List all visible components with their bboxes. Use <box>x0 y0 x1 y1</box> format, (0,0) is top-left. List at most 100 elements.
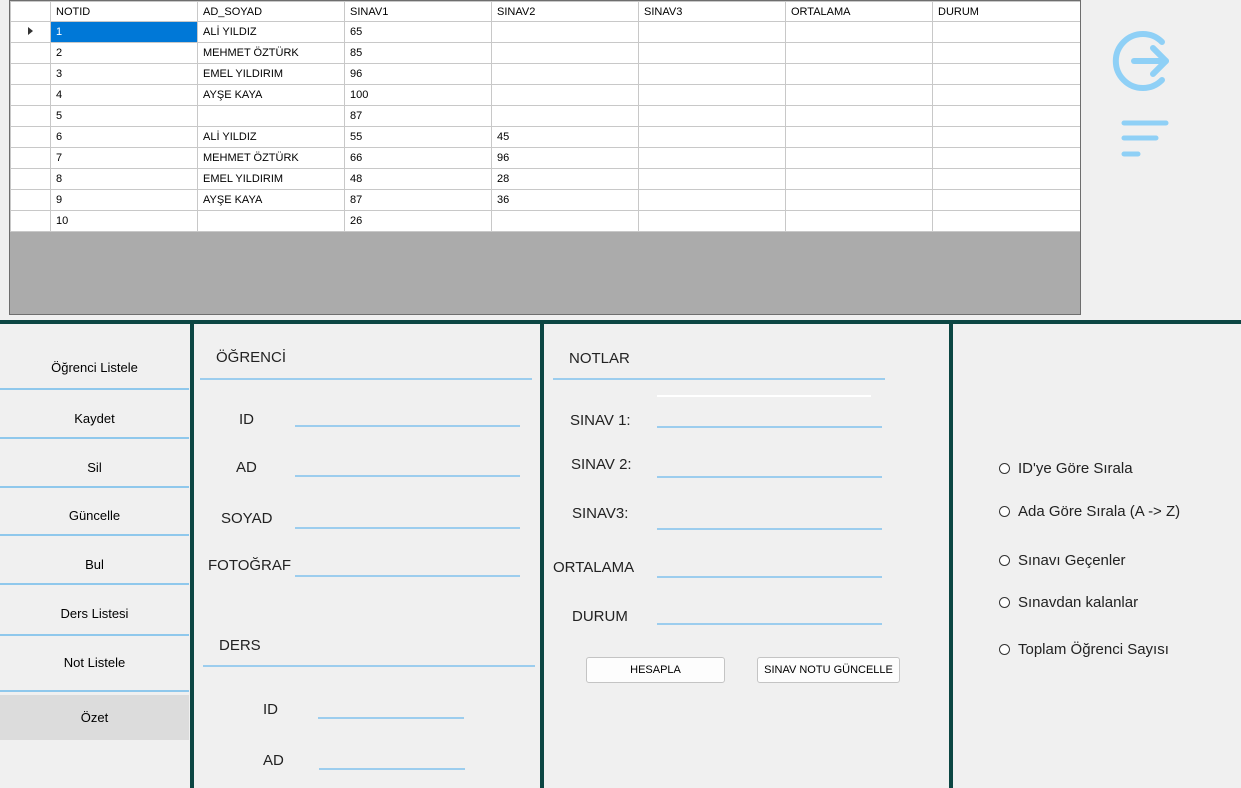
menu-not-listele-button[interactable]: Not Listele <box>0 640 189 692</box>
ortalama-cell[interactable] <box>785 168 933 190</box>
hesapla-button[interactable]: HESAPLA <box>586 657 725 683</box>
sinav1-cell[interactable]: 48 <box>344 168 492 190</box>
row-header[interactable] <box>10 105 51 127</box>
column-header[interactable]: NOTID <box>50 1 198 22</box>
durum-cell[interactable] <box>932 105 1080 127</box>
sinav1-cell[interactable]: 85 <box>344 42 492 64</box>
ogrenci-soyad-field[interactable] <box>295 505 520 529</box>
ogrenci-fotograf-field[interactable] <box>295 553 520 577</box>
sinav1-cell[interactable]: 65 <box>344 21 492 43</box>
menu-kaydet-button[interactable]: Kaydet <box>0 396 189 439</box>
table-row[interactable]: 9 AYŞE KAYA 87 36 <box>10 189 1080 211</box>
ortalama-cell[interactable] <box>785 210 933 232</box>
ortalama-cell[interactable] <box>785 105 933 127</box>
column-header[interactable]: ORTALAMA <box>785 1 933 22</box>
durum-cell[interactable] <box>932 84 1080 106</box>
ad-soyad-cell[interactable]: ALİ YILDIZ <box>197 21 345 43</box>
ad-soyad-cell[interactable] <box>197 210 345 232</box>
ders-id-field[interactable] <box>318 695 464 719</box>
table-row[interactable]: 7 MEHMET ÖZTÜRK 66 96 <box>10 147 1080 169</box>
sinav3-cell[interactable] <box>638 189 786 211</box>
ogrenci-ad-field[interactable] <box>295 453 520 477</box>
sinav2-cell[interactable]: 36 <box>491 189 639 211</box>
data-grid[interactable]: NOTID AD_SOYAD SINAV1 SINAV2 SINAV3 ORTA… <box>9 0 1081 315</box>
radio-button-icon[interactable] <box>999 463 1010 474</box>
sinav1-cell[interactable]: 100 <box>344 84 492 106</box>
row-header[interactable] <box>10 63 51 85</box>
table-row[interactable]: 4 AYŞE KAYA 100 <box>10 84 1080 106</box>
radio-sinavi-gecenler[interactable]: Sınavı Geçenler <box>999 552 1126 569</box>
notid-cell[interactable]: 6 <box>50 126 198 148</box>
sinav3-cell[interactable] <box>638 105 786 127</box>
ortalama-cell[interactable] <box>785 189 933 211</box>
radio-ada-gore-sirala[interactable]: Ada Göre Sırala (A -> Z) <box>999 503 1180 520</box>
ad-soyad-cell[interactable] <box>197 105 345 127</box>
sinav2-cell[interactable]: 45 <box>491 126 639 148</box>
ad-soyad-cell[interactable]: AYŞE KAYA <box>197 84 345 106</box>
sinav3-cell[interactable] <box>638 63 786 85</box>
sinav1-cell[interactable]: 26 <box>344 210 492 232</box>
ad-soyad-cell[interactable]: ALİ YILDIZ <box>197 126 345 148</box>
sinav2-cell[interactable]: 96 <box>491 147 639 169</box>
durum-cell[interactable] <box>932 147 1080 169</box>
radio-id-sirala[interactable]: ID'ye Göre Sırala <box>999 460 1133 477</box>
radio-sinavdan-kalanlar[interactable]: Sınavdan kalanlar <box>999 594 1138 611</box>
row-header[interactable] <box>10 189 51 211</box>
ad-soyad-cell[interactable]: AYŞE KAYA <box>197 189 345 211</box>
notid-cell[interactable]: 8 <box>50 168 198 190</box>
durum-cell[interactable] <box>932 42 1080 64</box>
sinav2-cell[interactable] <box>491 105 639 127</box>
ad-soyad-cell[interactable]: MEHMET ÖZTÜRK <box>197 42 345 64</box>
sinav3-cell[interactable] <box>638 126 786 148</box>
notid-cell[interactable]: 10 <box>50 210 198 232</box>
sinav2-cell[interactable]: 28 <box>491 168 639 190</box>
sinav3-cell[interactable] <box>638 168 786 190</box>
notid-cell[interactable]: 2 <box>50 42 198 64</box>
menu-sil-button[interactable]: Sil <box>0 445 189 488</box>
sinav2-cell[interactable] <box>491 84 639 106</box>
sinav2-cell[interactable] <box>491 42 639 64</box>
row-header[interactable] <box>10 21 51 43</box>
sinav3-cell[interactable] <box>638 147 786 169</box>
table-row[interactable]: 5 87 <box>10 105 1080 127</box>
radio-button-icon[interactable] <box>999 506 1010 517</box>
radio-button-icon[interactable] <box>999 644 1010 655</box>
row-header[interactable] <box>10 210 51 232</box>
sinav2-cell[interactable] <box>491 63 639 85</box>
sinav3-field[interactable] <box>657 506 882 530</box>
sinav1-cell[interactable]: 55 <box>344 126 492 148</box>
notid-cell[interactable]: 3 <box>50 63 198 85</box>
row-header[interactable] <box>10 42 51 64</box>
notid-cell[interactable]: 9 <box>50 189 198 211</box>
menu-bul-button[interactable]: Bul <box>0 542 189 585</box>
ders-ad-field[interactable] <box>319 746 465 770</box>
ad-soyad-cell[interactable]: MEHMET ÖZTÜRK <box>197 147 345 169</box>
durum-cell[interactable] <box>932 168 1080 190</box>
menu-ozet-button[interactable]: Özet <box>0 695 189 740</box>
durum-cell[interactable] <box>932 21 1080 43</box>
row-header[interactable] <box>10 147 51 169</box>
sinav3-cell[interactable] <box>638 210 786 232</box>
sinav2-cell[interactable] <box>491 210 639 232</box>
sinav3-cell[interactable] <box>638 42 786 64</box>
ortalama-cell[interactable] <box>785 147 933 169</box>
durum-cell[interactable] <box>932 210 1080 232</box>
column-header[interactable]: SINAV1 <box>344 1 492 22</box>
ad-soyad-cell[interactable]: EMEL YILDIRIM <box>197 168 345 190</box>
ortalama-cell[interactable] <box>785 42 933 64</box>
radio-toplam-ogrenci-sayisi[interactable]: Toplam Öğrenci Sayısı <box>999 641 1169 658</box>
ogrenci-id-field[interactable] <box>295 403 520 427</box>
menu-ogrenci-listele-button[interactable]: Öğrenci Listele <box>0 338 189 390</box>
sinav3-cell[interactable] <box>638 84 786 106</box>
notid-cell[interactable]: 4 <box>50 84 198 106</box>
durum-cell[interactable] <box>932 126 1080 148</box>
ortalama-cell[interactable] <box>785 126 933 148</box>
menu-guncelle-button[interactable]: Güncelle <box>0 493 189 536</box>
durum-field[interactable] <box>657 601 882 625</box>
radio-button-icon[interactable] <box>999 555 1010 566</box>
notid-cell[interactable]: 5 <box>50 105 198 127</box>
row-header[interactable] <box>10 84 51 106</box>
ortalama-cell[interactable] <box>785 63 933 85</box>
column-header[interactable]: AD_SOYAD <box>197 1 345 22</box>
sinav1-cell[interactable]: 87 <box>344 189 492 211</box>
